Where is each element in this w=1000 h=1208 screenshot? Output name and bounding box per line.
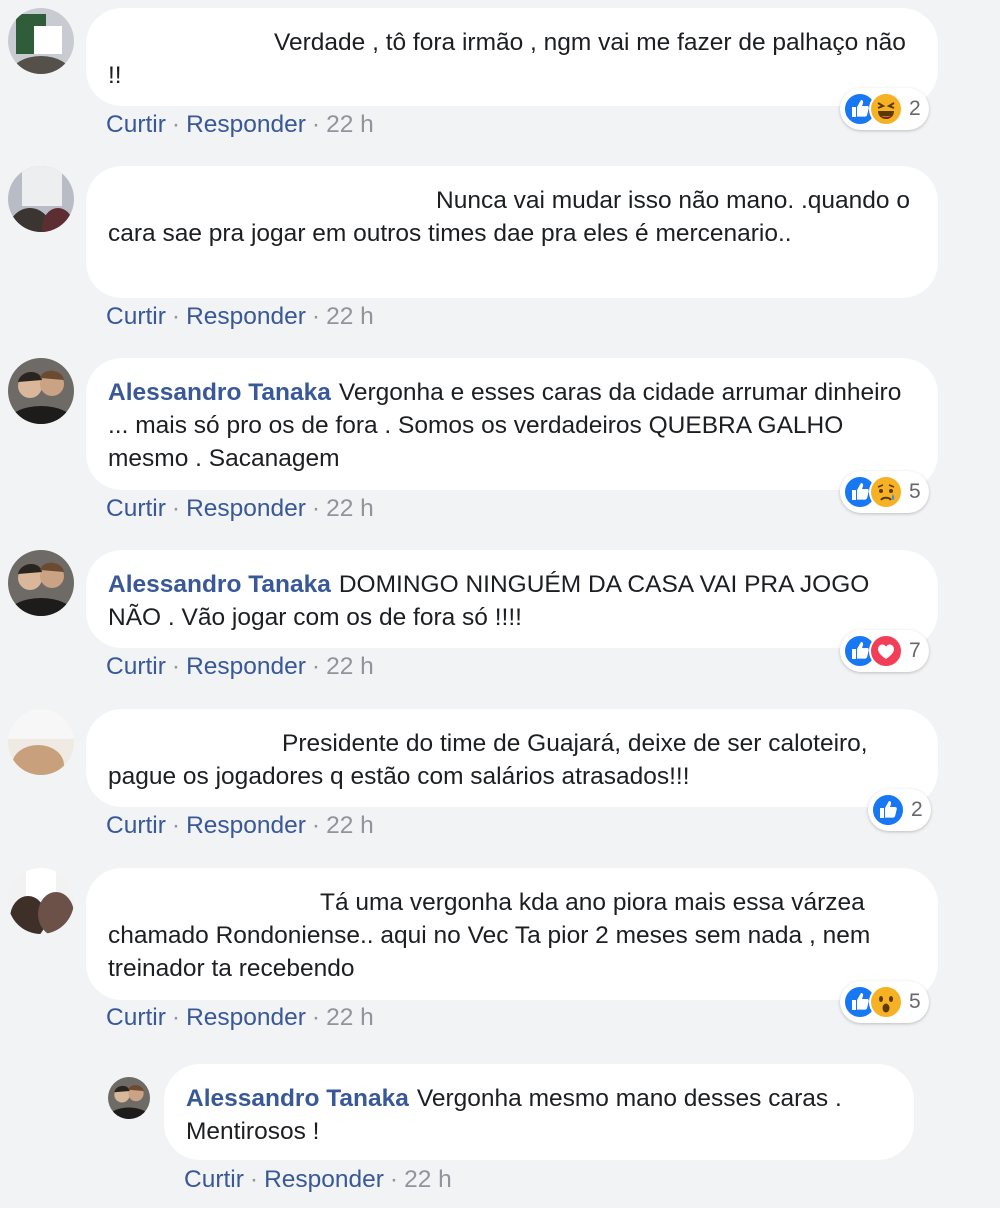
reply-link[interactable]: Responder: [186, 653, 306, 680]
love-icon: [869, 634, 903, 668]
reaction-summary[interactable]: 5: [840, 981, 929, 1023]
reaction-count: 5: [909, 480, 921, 503]
separator-dot: ·: [311, 495, 321, 522]
comment-author[interactable]: Alessandro Tanaka: [108, 379, 331, 406]
like-link[interactable]: Curtir: [184, 1166, 244, 1193]
comment-text: Tá uma vergonha kda ano piora mais essa …: [108, 889, 871, 982]
comment-bubble: Alessandro Tanaka Vergonha e esses caras …: [86, 358, 938, 490]
like-link[interactable]: Curtir: [106, 812, 166, 839]
separator-dot: ·: [171, 111, 181, 138]
comment-bubble: Presidente do time de Guajará, deixe de …: [86, 709, 938, 807]
timestamp[interactable]: 22 h: [404, 1166, 452, 1193]
reply-link[interactable]: Responder: [186, 303, 306, 330]
separator-dot: ·: [311, 812, 321, 839]
reaction-count: 2: [909, 97, 921, 120]
timestamp[interactable]: 22 h: [326, 812, 374, 839]
separator-dot: ·: [311, 111, 321, 138]
like-link[interactable]: Curtir: [106, 1004, 166, 1031]
wow-icon: [869, 985, 903, 1019]
reply-link[interactable]: Responder: [264, 1166, 384, 1193]
comment-actions: Curtir · Responder · 22 h: [106, 653, 374, 681]
comment-actions: Curtir · Responder · 22 h: [106, 1004, 374, 1032]
reaction-summary[interactable]: 2: [840, 88, 929, 130]
comment-author[interactable]: Alessandro Tanaka: [108, 571, 331, 598]
reaction-count: 5: [909, 990, 921, 1013]
timestamp[interactable]: 22 h: [326, 495, 374, 522]
reply-link[interactable]: Responder: [186, 1004, 306, 1031]
comment-text: Presidente do time de Guajará, deixe de …: [108, 730, 868, 790]
avatar[interactable]: [8, 550, 74, 616]
reaction-count: 7: [909, 639, 921, 662]
separator-dot: ·: [249, 1166, 259, 1193]
separator-dot: ·: [311, 303, 321, 330]
comment-bubble: Tá uma vergonha kda ano piora mais essa …: [86, 868, 938, 1000]
like-link[interactable]: Curtir: [106, 653, 166, 680]
comment-actions: Curtir · Responder · 22 h: [106, 812, 374, 840]
reaction-summary[interactable]: 2: [868, 789, 931, 831]
separator-dot: ·: [171, 1004, 181, 1031]
avatar[interactable]: [108, 1077, 150, 1119]
separator-dot: ·: [171, 812, 181, 839]
avatar[interactable]: [8, 358, 74, 424]
reaction-summary[interactable]: 7: [840, 630, 929, 672]
reply-link[interactable]: Responder: [186, 812, 306, 839]
separator-dot: ·: [389, 1166, 399, 1193]
separator-dot: ·: [171, 495, 181, 522]
separator-dot: ·: [171, 653, 181, 680]
haha-icon: [869, 92, 903, 126]
like-icon: [871, 793, 905, 827]
comment-bubble: Alessandro Tanaka DOMINGO NINGUÉM DA CASA…: [86, 550, 938, 648]
comment-bubble: Nunca vai mudar isso não mano. .quando o…: [86, 166, 938, 298]
reply-link[interactable]: Responder: [186, 495, 306, 522]
like-link[interactable]: Curtir: [106, 495, 166, 522]
comment-actions: Curtir · Responder · 22 h: [184, 1166, 452, 1194]
separator-dot: ·: [311, 1004, 321, 1031]
like-link[interactable]: Curtir: [106, 303, 166, 330]
reaction-summary[interactable]: 5: [840, 471, 929, 513]
timestamp[interactable]: 22 h: [326, 1004, 374, 1031]
separator-dot: ·: [311, 653, 321, 680]
avatar[interactable]: [8, 8, 74, 74]
separator-dot: ·: [171, 303, 181, 330]
avatar[interactable]: [8, 709, 74, 775]
sad-icon: [869, 475, 903, 509]
comment-actions: Curtir · Responder · 22 h: [106, 303, 374, 331]
comment-author[interactable]: Alessandro Tanaka: [186, 1085, 409, 1112]
timestamp[interactable]: 22 h: [326, 111, 374, 138]
timestamp[interactable]: 22 h: [326, 303, 374, 330]
like-link[interactable]: Curtir: [106, 111, 166, 138]
avatar[interactable]: [8, 868, 74, 934]
comment-bubble: Alessandro Tanaka Vergonha mesmo mano des…: [164, 1064, 914, 1160]
reaction-count: 2: [911, 798, 923, 821]
reply-link[interactable]: Responder: [186, 111, 306, 138]
comment-actions: Curtir · Responder · 22 h: [106, 495, 374, 523]
avatar[interactable]: [8, 166, 74, 232]
timestamp[interactable]: 22 h: [326, 653, 374, 680]
comment-text: Verdade , tô fora irmão , ngm vai me faz…: [108, 29, 906, 89]
comment-text: Nunca vai mudar isso não mano. .quando o…: [108, 187, 910, 247]
comment-bubble: Verdade , tô fora irmão , ngm vai me faz…: [86, 8, 938, 106]
comment-actions: Curtir · Responder · 22 h: [106, 111, 374, 139]
